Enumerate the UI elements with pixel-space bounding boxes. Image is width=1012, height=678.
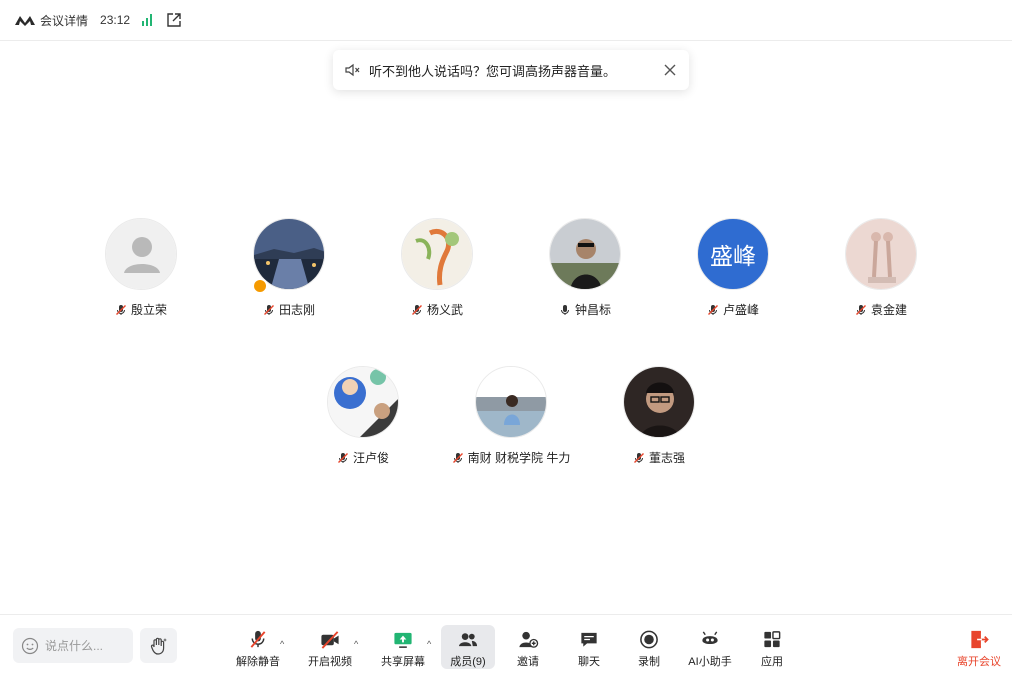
exit-icon — [971, 630, 989, 649]
avatar — [475, 366, 547, 438]
avatar — [401, 218, 473, 290]
popout-icon[interactable] — [166, 12, 182, 28]
mic-muted-icon — [855, 304, 866, 315]
participant-tile[interactable]: 汪卢俊 — [298, 366, 428, 476]
members-label: 成员(9) — [450, 656, 486, 668]
mic-muted-icon — [250, 630, 266, 648]
mic-on-icon — [560, 304, 569, 315]
leave-meeting-button[interactable]: 离开会议 — [954, 625, 1004, 669]
leave-label: 离开会议 — [957, 656, 1001, 668]
participant-tile[interactable]: 杨义武 — [372, 218, 502, 328]
app-logo — [15, 16, 35, 26]
participant-tile[interactable]: 袁金建 — [816, 218, 946, 328]
share-screen-button[interactable]: 共享屏幕 ^ — [375, 625, 431, 669]
raise-hand-button[interactable] — [140, 628, 177, 663]
mic-muted-icon — [115, 304, 126, 315]
avatar — [549, 218, 621, 290]
avatar — [105, 218, 177, 290]
ai-assistant-icon — [702, 631, 718, 645]
meeting-toolbar: 说点什么... 解除静音 ^ 开启视频 ^ 共享屏幕 ^ 成员(9) 邀请 聊天… — [0, 614, 1012, 678]
apps-grid-icon — [764, 631, 781, 648]
participant-tile[interactable]: 钟昌标 — [520, 218, 650, 328]
chat-button[interactable]: 聊天 — [569, 625, 609, 669]
emoji-icon[interactable] — [21, 637, 39, 655]
meeting-timer: 23:12 — [100, 13, 131, 27]
record-icon — [640, 630, 658, 649]
chat-icon — [581, 632, 597, 647]
mic-muted-icon — [707, 304, 718, 315]
participant-name: 杨义武 — [426, 303, 463, 317]
invite-user-icon — [519, 631, 539, 648]
start-video-button[interactable]: 开启视频 ^ — [302, 625, 358, 669]
participant-name: 汪卢俊 — [352, 451, 389, 465]
mic-muted-icon — [411, 304, 422, 315]
speaker-volume-tip: 听不到他人说话吗？您可调高扬声器音量。 — [333, 50, 689, 90]
avatar: 盛峰 — [697, 218, 769, 290]
participant-tile[interactable]: 南财 财税学院 牛力 — [446, 366, 576, 476]
hand-icon — [150, 637, 167, 655]
avatar — [845, 218, 917, 290]
participant-name: 袁金建 — [870, 303, 907, 317]
chat-label: 聊天 — [578, 656, 600, 668]
speaker-muted-icon — [345, 63, 360, 77]
unmute-button[interactable]: 解除静音 ^ — [230, 625, 286, 669]
ai-assistant-button[interactable]: AI小助手 — [684, 625, 736, 669]
mic-muted-icon — [263, 304, 274, 315]
record-label: 录制 — [638, 656, 660, 668]
share-label: 共享屏幕 — [381, 656, 425, 668]
video-label: 开启视频 — [308, 656, 352, 668]
apps-button[interactable]: 应用 — [752, 625, 792, 669]
mic-muted-icon — [452, 452, 463, 463]
participant-name: 钟昌标 — [574, 303, 611, 317]
title-bar: 会议详情 23:12 — [0, 0, 1012, 41]
participant-tile[interactable]: 董志强 — [594, 366, 724, 476]
network-signal-icon[interactable] — [142, 14, 153, 26]
participant-tile[interactable]: 田志刚 — [224, 218, 354, 328]
participant-name: 田志刚 — [278, 303, 315, 317]
chevron-up-icon[interactable]: ^ — [354, 639, 358, 649]
participant-name: 南财 财税学院 牛力 — [467, 451, 571, 465]
participant-name: 董志强 — [648, 451, 685, 465]
participant-tile[interactable]: 盛峰 卢盛峰 — [668, 218, 798, 328]
chevron-up-icon[interactable]: ^ — [280, 639, 284, 649]
invite-label: 邀请 — [517, 656, 539, 668]
close-icon[interactable] — [663, 63, 677, 77]
camera-off-icon — [321, 631, 339, 649]
mic-muted-icon — [633, 452, 644, 463]
record-button[interactable]: 录制 — [629, 625, 669, 669]
participant-name: 殷立荣 — [130, 303, 167, 317]
invite-button[interactable]: 邀请 — [508, 625, 548, 669]
mic-muted-icon — [337, 452, 348, 463]
members-icon — [458, 633, 478, 647]
avatar — [623, 366, 695, 438]
apps-label: 应用 — [761, 656, 783, 668]
ai-label: AI小助手 — [688, 656, 732, 668]
meeting-details-link[interactable]: 会议详情 — [40, 12, 88, 29]
host-badge-icon — [252, 278, 268, 294]
chat-placeholder: 说点什么... — [45, 639, 104, 653]
tip-text: 听不到他人说话吗？您可调高扬声器音量。 — [369, 63, 617, 79]
members-button[interactable]: 成员(9) — [441, 625, 495, 669]
unmute-label: 解除静音 — [236, 656, 280, 668]
chevron-up-icon[interactable]: ^ — [427, 639, 431, 649]
share-screen-icon — [394, 632, 412, 648]
avatar-initials: 盛峰 — [710, 244, 756, 270]
participant-tile[interactable]: 殷立荣 — [76, 218, 206, 328]
chat-quick-input[interactable]: 说点什么... — [13, 628, 133, 663]
avatar — [327, 366, 399, 438]
participant-name: 卢盛峰 — [722, 303, 759, 317]
